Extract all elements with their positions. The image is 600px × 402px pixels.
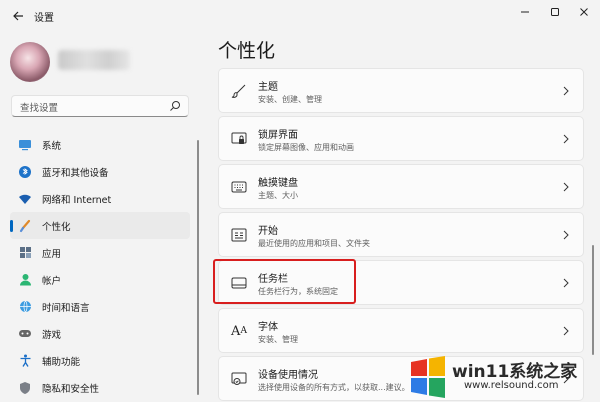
chevron-right-icon [563, 182, 569, 192]
card-title: 主题 [258, 82, 278, 93]
sidebar-nav: 系统 蓝牙和其他设备 网络和 Internet 个性化 应用 帐户 时间和语言 … [10, 131, 190, 401]
card-title: 设备使用情况 [258, 370, 318, 381]
device-usage-icon [230, 370, 248, 388]
page-title: 个性化 [218, 40, 276, 62]
sidebar-item-network[interactable]: 网络和 Internet [10, 185, 190, 212]
content-scrollbar[interactable] [592, 245, 594, 355]
bluetooth-icon [18, 165, 32, 179]
minimize-button[interactable] [515, 4, 535, 20]
sidebar-item-label: 个性化 [42, 221, 71, 233]
card-title: 任务栏 [258, 274, 288, 285]
maximize-button[interactable] [545, 4, 565, 20]
card-title: 开始 [258, 226, 278, 237]
avatar[interactable] [10, 42, 50, 82]
taskbar-icon [230, 274, 248, 292]
sidebar-item-time-language[interactable]: 时间和语言 [10, 293, 190, 320]
wifi-icon [18, 192, 32, 206]
card-themes[interactable]: 主题 安装、创建、管理 [218, 68, 584, 113]
watermark: win11系统之家 www.relsound.com [405, 352, 600, 402]
chevron-right-icon [563, 86, 569, 96]
search-icon[interactable] [168, 99, 182, 113]
sidebar-item-apps[interactable]: 应用 [10, 239, 190, 266]
card-lock-screen[interactable]: 锁屏界面 锁定屏幕图像、应用和动画 [218, 116, 584, 161]
chevron-right-icon [563, 134, 569, 144]
back-button[interactable] [10, 8, 26, 24]
card-touch-keyboard[interactable]: 触摸键盘 主题、大小 [218, 164, 584, 209]
person-icon [18, 273, 32, 287]
chevron-right-icon [563, 230, 569, 240]
lock-screen-icon [230, 130, 248, 148]
chevron-right-icon [563, 326, 569, 336]
font-icon: AA [231, 323, 247, 339]
sidebar-item-label: 隐私和安全性 [42, 383, 100, 395]
sidebar-item-label: 应用 [42, 248, 62, 260]
card-taskbar[interactable]: 任务栏 任务栏行为，系统固定 [218, 260, 584, 305]
shield-icon [18, 381, 32, 395]
watermark-text: win11系统之家 [452, 362, 578, 382]
card-start[interactable]: 开始 最近使用的应用和项目、文件夹 [218, 212, 584, 257]
card-description: 任务栏行为，系统固定 [258, 287, 338, 296]
brush-icon [230, 82, 248, 100]
app-title: 设置 [34, 13, 54, 24]
paintbrush-icon [18, 219, 32, 233]
sidebar-item-label: 游戏 [42, 329, 62, 341]
keyboard-icon [230, 178, 248, 196]
maximize-icon [551, 8, 559, 16]
card-description: 锁定屏幕图像、应用和动画 [258, 143, 354, 152]
sidebar-item-label: 辅助功能 [42, 356, 81, 368]
sidebar-item-accounts[interactable]: 帐户 [10, 266, 190, 293]
sidebar-item-label: 网络和 Internet [42, 194, 112, 206]
title-bar: 设置 [0, 0, 600, 32]
sidebar-item-label: 帐户 [42, 275, 62, 287]
card-fonts[interactable]: AA 字体 安装、管理 [218, 308, 584, 353]
card-description: 安装、管理 [258, 335, 298, 344]
win11-logo-icon [411, 356, 445, 398]
watermark-url: www.relsound.com [464, 380, 559, 391]
sidebar-item-system[interactable]: 系统 [10, 131, 190, 158]
apps-icon [18, 246, 32, 260]
start-icon [230, 226, 248, 244]
sidebar-item-label: 蓝牙和其他设备 [42, 167, 109, 179]
sidebar-item-personalization[interactable]: 个性化 [10, 212, 190, 239]
search-box[interactable] [11, 95, 189, 119]
card-title: 锁屏界面 [258, 130, 298, 141]
close-button[interactable] [574, 4, 594, 20]
sidebar-item-accessibility[interactable]: 辅助功能 [10, 347, 190, 374]
back-arrow-icon [13, 11, 23, 21]
globe-icon [18, 300, 32, 314]
user-name-blurred [58, 50, 130, 70]
chevron-right-icon [563, 278, 569, 288]
sidebar-item-privacy[interactable]: 隐私和安全性 [10, 374, 190, 401]
card-title: 字体 [258, 322, 278, 333]
card-description: 最近使用的应用和项目、文件夹 [258, 239, 370, 248]
active-indicator [10, 220, 13, 232]
gamepad-icon [18, 327, 32, 341]
sidebar-item-label: 系统 [42, 140, 62, 152]
accessibility-icon [18, 354, 32, 368]
sidebar-item-gaming[interactable]: 游戏 [10, 320, 190, 347]
monitor-icon [18, 138, 32, 152]
card-description: 主题、大小 [258, 191, 298, 200]
close-icon [580, 8, 588, 16]
card-description: 安装、创建、管理 [258, 95, 322, 104]
card-description: 选择使用设备的所有方式，以获取...建议。 [258, 383, 410, 392]
sidebar-item-label: 时间和语言 [42, 302, 90, 314]
sidebar-item-bluetooth[interactable]: 蓝牙和其他设备 [10, 158, 190, 185]
card-title: 触摸键盘 [258, 178, 298, 189]
search-input[interactable] [12, 98, 162, 119]
minimize-icon [521, 11, 529, 13]
sidebar-scrollbar[interactable] [197, 140, 199, 395]
